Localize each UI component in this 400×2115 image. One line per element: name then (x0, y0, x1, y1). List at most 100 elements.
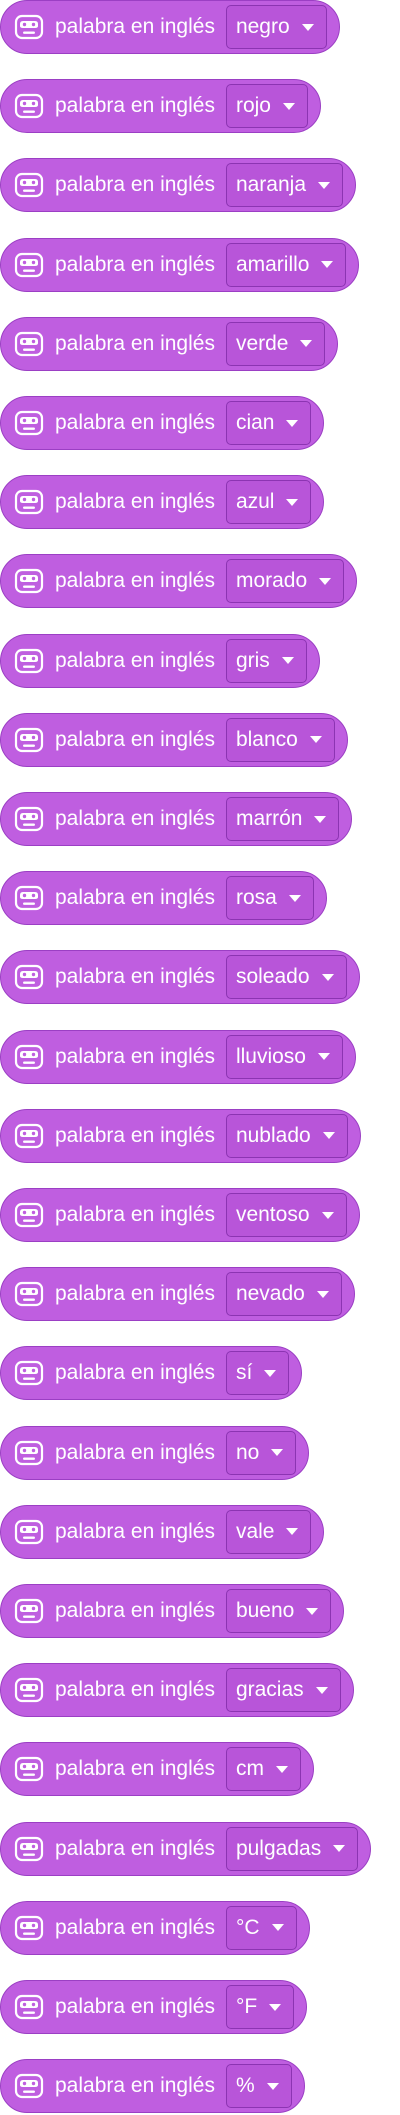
dropdown-value: nublado (235, 1123, 311, 1147)
word-dropdown[interactable]: soleado (225, 955, 347, 1000)
translate-block-18[interactable]: palabra en inglés no (0, 1425, 310, 1480)
translate-block-7[interactable]: palabra en inglés morado (0, 554, 358, 609)
translate-block-26[interactable]: palabra en inglés % (0, 2059, 305, 2114)
word-dropdown[interactable]: morado (225, 559, 345, 604)
dropdown-value: soleado (235, 965, 310, 989)
translate-robot-icon (13, 1912, 45, 1944)
translate-block-20[interactable]: palabra en inglés bueno (0, 1584, 345, 1638)
dropdown-value: gracias (235, 1678, 304, 1702)
translate-block-0[interactable]: palabra en inglés negro (0, 0, 340, 54)
word-dropdown[interactable]: nevado (225, 1272, 342, 1317)
word-dropdown[interactable]: amarillo (225, 242, 347, 287)
caret-down-icon (306, 1607, 319, 1615)
translate-block-15[interactable]: palabra en inglés ventoso (0, 1188, 360, 1242)
caret-down-icon (300, 340, 313, 348)
dropdown-value: gris (235, 648, 270, 672)
caret-down-icon (286, 1528, 299, 1536)
dropdown-value: sí (235, 1361, 253, 1385)
word-dropdown[interactable]: °F (225, 1985, 295, 2029)
dropdown-value: cian (235, 411, 275, 434)
caret-down-icon (315, 1686, 328, 1694)
translate-robot-icon (13, 1357, 45, 1389)
word-dropdown[interactable]: negro (225, 5, 327, 49)
translate-block-23[interactable]: palabra en inglés pulgadas (0, 1821, 372, 1876)
translate-block-11[interactable]: palabra en inglés rosa (0, 871, 327, 926)
translate-block-19[interactable]: palabra en inglés vale (0, 1504, 325, 1559)
block-label: palabra en inglés (55, 331, 215, 355)
word-dropdown[interactable]: azul (225, 480, 312, 525)
dropdown-value: % (235, 2074, 255, 2098)
caret-down-icon (266, 2082, 279, 2090)
word-dropdown[interactable]: blanco (225, 717, 335, 762)
translate-block-10[interactable]: palabra en inglés marrón (0, 792, 353, 846)
word-dropdown[interactable]: marrón (225, 797, 340, 841)
word-dropdown[interactable]: verde (225, 321, 326, 366)
block-label: palabra en inglés (55, 1123, 215, 1147)
word-dropdown[interactable]: cm (225, 1747, 301, 1792)
word-dropdown[interactable]: % (225, 2064, 292, 2109)
translate-block-1[interactable]: palabra en inglés rojo (0, 79, 321, 134)
translate-robot-icon (13, 1833, 45, 1865)
dropdown-value: azul (235, 490, 275, 514)
translate-block-14[interactable]: palabra en inglés nublado (0, 1108, 361, 1163)
translate-robot-icon (13, 1516, 45, 1548)
dropdown-value: cm (235, 1757, 264, 1781)
block-label: palabra en inglés (55, 807, 215, 830)
translate-block-12[interactable]: palabra en inglés soleado (0, 950, 360, 1005)
word-dropdown[interactable]: ventoso (225, 1193, 347, 1237)
translate-block-22[interactable]: palabra en inglés cm (0, 1742, 314, 1797)
block-label: palabra en inglés (55, 1995, 215, 2018)
translate-robot-icon (13, 1120, 45, 1152)
translate-robot-icon (13, 169, 45, 201)
dropdown-value: bueno (235, 1599, 295, 1622)
word-dropdown[interactable]: no (225, 1430, 297, 1475)
translate-block-9[interactable]: palabra en inglés blanco (0, 712, 348, 767)
dropdown-value: naranja (235, 173, 307, 197)
translate-robot-icon (13, 645, 45, 677)
translate-block-17[interactable]: palabra en inglés sí (0, 1346, 303, 1401)
block-label: palabra en inglés (55, 1203, 215, 1226)
word-dropdown[interactable]: pulgadas (225, 1826, 359, 1871)
word-dropdown[interactable]: naranja (225, 163, 344, 208)
block-label: palabra en inglés (55, 173, 215, 197)
word-dropdown[interactable]: bueno (225, 1589, 332, 1633)
word-dropdown[interactable]: vale (225, 1509, 312, 1554)
translate-block-5[interactable]: palabra en inglés cian (0, 396, 325, 450)
translate-block-3[interactable]: palabra en inglés amarillo (0, 237, 360, 292)
word-dropdown[interactable]: gracias (225, 1668, 341, 1713)
translate-robot-icon (13, 803, 45, 835)
word-dropdown[interactable]: lluvioso (225, 1034, 343, 1079)
block-label: palabra en inglés (55, 1361, 215, 1385)
translate-block-6[interactable]: palabra en inglés azul (0, 475, 325, 530)
caret-down-icon (321, 1211, 334, 1219)
word-dropdown[interactable]: cian (225, 401, 312, 445)
dropdown-value: blanco (235, 727, 298, 751)
caret-down-icon (316, 1290, 329, 1298)
translate-robot-icon (13, 328, 45, 360)
word-dropdown[interactable]: rojo (225, 84, 308, 129)
translate-robot-icon (13, 1199, 45, 1231)
translate-block-16[interactable]: palabra en inglés nevado (0, 1267, 355, 1322)
translate-block-4[interactable]: palabra en inglés verde (0, 316, 339, 371)
word-dropdown[interactable]: nublado (225, 1113, 348, 1158)
caret-down-icon (322, 1132, 335, 1140)
word-dropdown[interactable]: rosa (225, 876, 314, 921)
word-dropdown[interactable]: sí (225, 1351, 290, 1396)
translate-block-8[interactable]: palabra en inglés gris (0, 633, 320, 688)
translate-robot-icon (13, 2070, 45, 2102)
translate-block-24[interactable]: palabra en inglés °C (0, 1900, 310, 1955)
block-label: palabra en inglés (55, 569, 215, 593)
dropdown-value: marrón (235, 807, 303, 830)
translate-block-2[interactable]: palabra en inglés naranja (0, 158, 357, 213)
translate-block-13[interactable]: palabra en inglés lluvioso (0, 1029, 356, 1084)
block-label: palabra en inglés (55, 15, 215, 38)
word-dropdown[interactable]: gris (225, 638, 307, 683)
word-dropdown[interactable]: °C (225, 1905, 297, 1950)
caret-down-icon (301, 23, 314, 31)
block-label: palabra en inglés (55, 1282, 215, 1306)
caret-down-icon (282, 102, 295, 110)
dropdown-value: rojo (235, 94, 271, 118)
caret-down-icon (309, 736, 322, 744)
translate-block-25[interactable]: palabra en inglés °F (0, 1980, 308, 2034)
translate-block-21[interactable]: palabra en inglés gracias (0, 1663, 354, 1718)
